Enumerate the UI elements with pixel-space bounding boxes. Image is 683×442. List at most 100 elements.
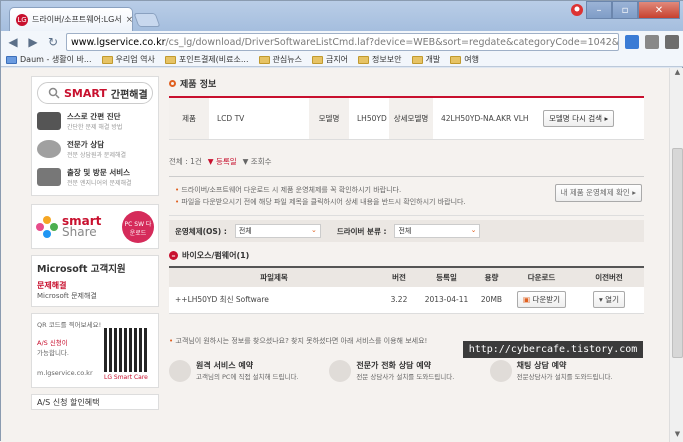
vertical-scrollbar[interactable]: ▲ ▼ [669,68,683,442]
smart-brand: SMART [64,86,107,100]
close-window-button[interactable]: ✕ [638,1,680,19]
close-tab-icon[interactable]: × [126,15,132,25]
folder-icon [411,55,423,64]
left-sidebar: SMART 간편해결 스스로 간편 진단 간단한 문제 해결 방법 전문가 상담 전… [31,76,159,410]
bookmark-folder[interactable]: 여행 [450,54,479,65]
url-host: www.lgservice.co.kr [71,36,166,48]
table-header: 파일제목 버전 등록일 용량 다운로드 이전버전 [169,266,644,287]
reload-icon[interactable]: ↻ [46,35,60,49]
as-request-banner[interactable]: A/S 신청 할인혜택 [31,394,159,410]
expert-consult-item[interactable]: 전문가 상담 전문 상담원과 문제해결 [37,138,153,160]
file-title-link[interactable]: ++LH50YD 최신 Software [169,287,379,314]
smart-solution-box: SMART 간편해결 스스로 간편 진단 간단한 문제 해결 방법 전문가 상담 전… [31,76,159,196]
sort-bar: 전체 : 1건 ▼ 등록일 ▼ 조회수 [169,154,644,168]
folder-icon [164,55,176,64]
microsoft-support-banner[interactable]: Microsoft 고객지원 문제해결 Microsoft 문제해결 [31,255,159,307]
model-value: LH50YD [357,114,387,123]
url-path: /cs_lg/download/DriverSoftwareListCmd.la… [165,36,619,48]
bookmark-folder[interactable]: 관심뉴스 [258,54,302,65]
folder-icon [258,55,270,64]
browser-toolbar: ◀ ▶ ↻ www.lgservice.co.kr/cs_lg/download… [1,31,683,53]
bookmark-folder[interactable]: 개발 [411,54,440,65]
back-icon[interactable]: ◀ [6,35,20,49]
bullet-ring-icon [169,79,176,87]
tab-strip: LG 드라이버/소프트웨어:LG서 × – ▫ ✕ [1,1,683,31]
engineer-icon [37,168,61,186]
page-icon[interactable] [645,35,659,49]
detail-model-value: 42LH50YD-NA.AKR VLH [441,114,529,123]
sort-by-views[interactable]: ▼ 조회수 [243,156,272,167]
open-prev-versions-button[interactable]: ▾ 열기 [593,291,625,309]
smart-header[interactable]: SMART 간편해결 [37,82,153,104]
visit-service-item[interactable]: 출장 및 방문 서비스 전문 엔지니어의 문제해결 [37,166,153,188]
main-content: 제품 정보 제품 LCD TV 모델명 LH50YD 상세모델명 42LH50Y… [169,76,644,314]
watermark: http://cybercafe.tistory.com [463,341,643,358]
filter-bar: 운영체제(OS) : 전체 ⌄ 드라이버 분류 : 전체 ⌄ [169,220,644,242]
download-notice: • 드라이버/소프트웨어 다운로드 시 제품 운영체제를 꼭 확인하시기 바랍니… [169,176,644,216]
forward-icon[interactable]: ▶ [26,35,40,49]
daum-icon [6,55,17,64]
lg-favicon-icon: LG [16,13,28,26]
download-button[interactable]: ▣ 다운받기 [516,291,567,309]
dropdown-arrow-icon: ⌄ [470,226,477,234]
extension-icon[interactable] [625,35,639,49]
remote-service-item[interactable]: 원격 서비스 예약 고객님의 PC에 직접 설치해 드립니다. [169,360,323,382]
bookmark-item[interactable]: 우리업 역사 [101,54,155,65]
magnifier-icon [48,87,60,99]
new-tab-button[interactable] [133,13,161,27]
laptop-icon [37,112,61,130]
self-diagnosis-item[interactable]: 스스로 간편 진단 간단한 문제 해결 방법 [37,110,153,132]
product-info-heading: 제품 정보 [169,76,644,90]
table-row: ++LH50YD 최신 Software 3.22 2013-04-11 20M… [169,287,644,314]
window-controls: – ▫ ✕ [568,1,680,19]
phone-consult-item[interactable]: 전문가 전화 상담 예약 전문 상담사가 설치를 도와드립니다. [329,360,483,382]
product-value: LCD TV [217,114,245,123]
product-info-table: 제품 LCD TV 모델명 LH50YD 상세모델명 42LH50YD-NA.A… [169,96,644,140]
folder-icon [101,55,113,64]
bios-firmware-group[interactable]: – 바이오스/펌웨어(1) [169,248,644,262]
result-count: 전체 : 1건 [169,156,202,166]
tab-title: 드라이버/소프트웨어:LG서 [32,15,122,24]
maximize-button[interactable]: ▫ [612,1,638,19]
chat-consult-item[interactable]: 채팅 상담 예약 전문상담사가 설치를 도와드립니다. [489,360,644,382]
dropdown-arrow-icon: ⌄ [310,226,317,234]
check-os-button[interactable]: 내 제품 운영체제 확인 ▸ [554,184,642,202]
wrench-icon[interactable] [665,35,679,49]
research-model-button[interactable]: 모델명 다시 검색 ▸ [543,110,615,127]
file-table: 파일제목 버전 등록일 용량 다운로드 이전버전 ++LH50YD 최신 Sof… [169,266,644,314]
driver-type-select[interactable]: 전체 ⌄ [394,224,481,238]
pc-sw-download-badge[interactable]: PC SW 다운로드 [122,210,154,243]
minimize-button[interactable]: – [586,1,612,19]
scroll-down-icon[interactable]: ▼ [670,430,683,442]
smartshare-logo-icon [36,215,58,238]
os-select[interactable]: 전체 ⌄ [234,224,321,238]
download-icon: ▣ [522,295,531,305]
collapse-icon: – [169,250,178,260]
qr-code-banner[interactable]: QR 코드를 찍어보세요! A/S 신청이 가능합니다. m.lgservice… [31,313,159,388]
bookmark-folder[interactable]: 정보보안 [358,54,402,65]
browser-window: LG 드라이버/소프트웨어:LG서 × – ▫ ✕ ◀ ▶ ↻ www.lgse… [0,0,683,442]
bookmark-folder[interactable]: 금지어 [311,54,348,65]
scroll-thumb[interactable] [672,148,683,358]
folder-icon [311,55,323,64]
headset-icon [37,140,61,158]
bookmarks-bar: Daum - 생활이 바... 우리업 역사 포인트결제(비료소... 관심뉴스… [1,53,683,67]
web-page: SMART 간편해결 스스로 간편 진단 간단한 문제 해결 방법 전문가 상담 전… [1,68,669,442]
browser-tab[interactable]: LG 드라이버/소프트웨어:LG서 × [9,7,133,31]
sort-by-date[interactable]: ▼ 등록일 [208,156,237,167]
bookmark-item[interactable]: 포인트결제(비료소... [164,54,249,65]
smart-title: 간편해결 [110,89,148,101]
scroll-up-icon[interactable]: ▲ [670,68,683,80]
remote-icon [169,360,191,382]
folder-icon [450,55,462,64]
address-bar[interactable]: www.lgservice.co.kr/cs_lg/download/Drive… [66,33,619,51]
ms-title: Microsoft 고객지원 [37,264,126,275]
phone-icon [329,360,352,382]
folder-icon [358,55,370,64]
qr-code-image [104,328,148,372]
chat-icon [489,360,512,382]
service-notice: 고객님이 원하시는 정보를 찾으셨나요? 찾지 못하셨다면 아래 서비스를 이용… [175,337,428,345]
user-icon[interactable] [568,1,586,19]
bookmark-daum[interactable]: Daum - 생활이 바... [6,54,92,65]
smartshare-banner[interactable]: smart Share PC SW 다운로드 [31,204,159,249]
